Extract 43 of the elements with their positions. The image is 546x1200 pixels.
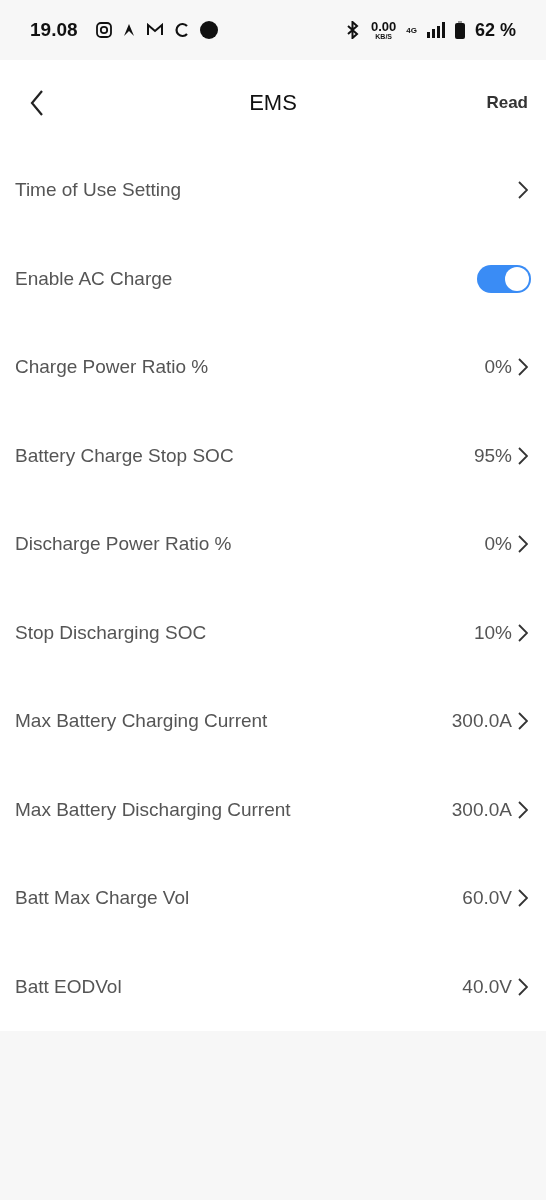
setting-label: Max Battery Charging Current — [15, 710, 269, 733]
setting-value: 0% — [484, 533, 512, 556]
chevron-right-icon[interactable] — [518, 181, 528, 200]
chevron-right-icon[interactable] — [518, 712, 528, 731]
battery-icon — [454, 21, 465, 39]
setting-value: 95% — [473, 444, 512, 467]
setting-value: 10% — [473, 621, 512, 644]
chevron-right-icon[interactable] — [518, 623, 528, 642]
chevron-right-icon[interactable] — [518, 800, 528, 819]
setting-label: Charge Power Ratio % — [15, 356, 210, 379]
page-title: EMS — [249, 90, 297, 116]
chevron-right-icon[interactable] — [518, 535, 528, 554]
clock-time: 19.08 — [30, 19, 78, 41]
dot-icon — [199, 21, 218, 39]
toggle-switch[interactable] — [477, 264, 531, 293]
setting-label: Time of Use Setting — [15, 179, 183, 202]
camera-icon — [95, 22, 112, 38]
setting-value: 60.0V — [462, 887, 512, 910]
chevron-right-icon[interactable] — [518, 889, 528, 908]
sync-icon — [173, 22, 190, 38]
setting-label: Enable AC Charge — [15, 267, 174, 290]
battery-level: 62 % — [474, 19, 516, 41]
chevron-right-icon[interactable] — [518, 446, 528, 465]
setting-label: Max Battery Discharging Current — [15, 798, 292, 821]
read-button[interactable]: Read — [486, 89, 528, 117]
chevron-right-icon[interactable] — [518, 358, 528, 377]
setting-value: 40.0V — [462, 975, 512, 998]
arrow-icon — [121, 22, 136, 38]
setting-value: 300.0A — [451, 710, 512, 733]
setting-value: 0% — [484, 356, 512, 379]
mail-icon — [145, 23, 164, 37]
chevron-right-icon[interactable] — [518, 977, 528, 996]
back-icon[interactable] — [30, 90, 44, 116]
setting-label: Batt Max Charge Vol — [15, 887, 191, 910]
setting-value: 300.0A — [451, 798, 512, 821]
bluetooth-icon — [345, 21, 361, 39]
setting-label: Discharge Power Ratio % — [15, 533, 233, 556]
signal-icon — [426, 22, 445, 38]
network-type: 4G — [406, 25, 417, 35]
setting-label: Battery Charge Stop SOC — [15, 444, 235, 467]
speed-value: 0.00 — [371, 20, 397, 33]
setting-label: Stop Discharging SOC — [15, 621, 208, 644]
setting-label: Batt EODVol — [15, 975, 123, 998]
